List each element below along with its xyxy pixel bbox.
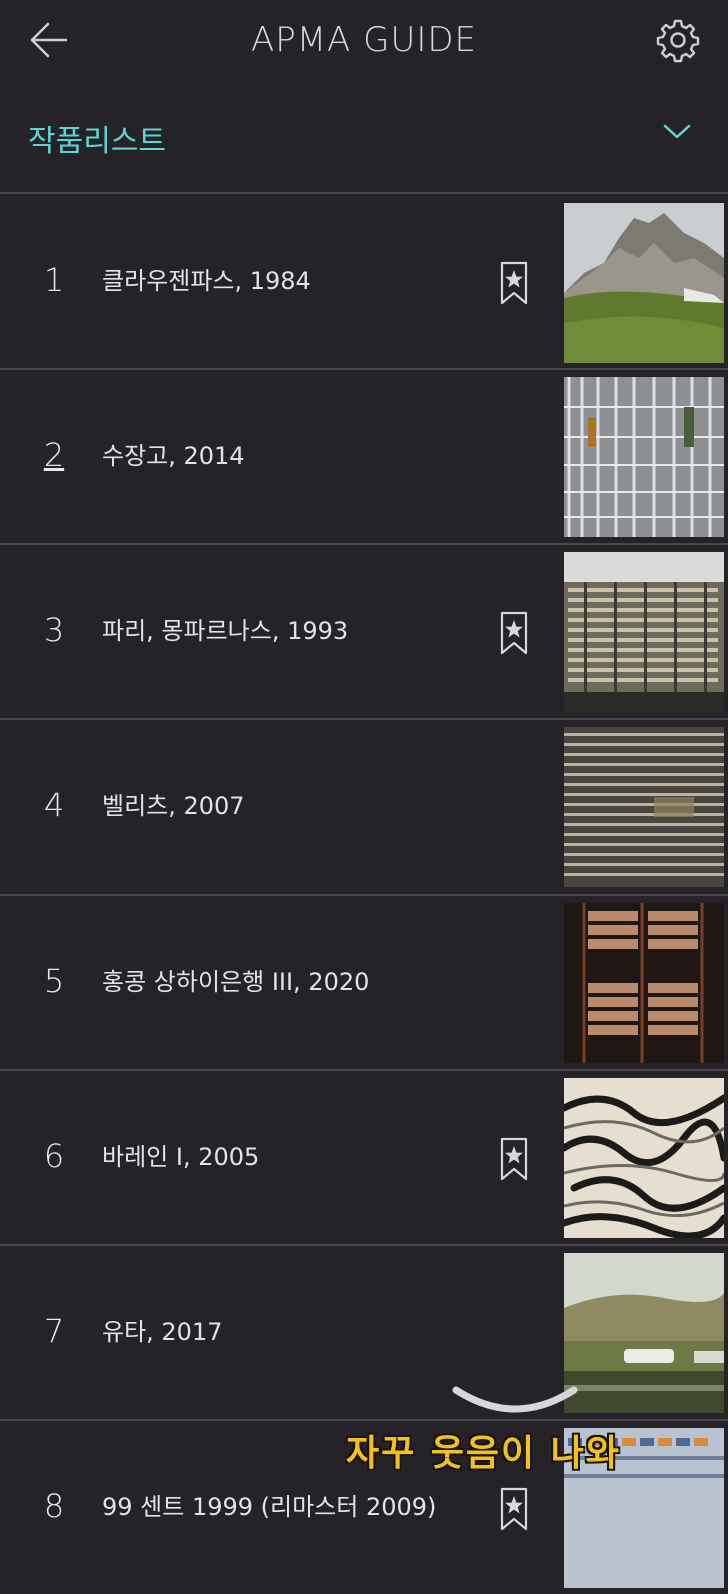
artwork-title: 바레인 I, 2005 xyxy=(102,1143,260,1171)
artwork-number: 8 xyxy=(43,1487,65,1525)
artwork-row-5[interactable]: 5 홍콩 상하이은행 III, 2020 xyxy=(0,896,728,1069)
artwork-thumbnail xyxy=(564,1078,724,1238)
artwork-number: 5 xyxy=(43,962,65,1000)
artwork-row-2[interactable]: 2 수장고, 2014 xyxy=(0,370,728,543)
artwork-title: 파리, 몽파르나스, 1993 xyxy=(102,617,349,645)
artwork-number: 3 xyxy=(43,611,65,649)
artwork-title: 벨리츠, 2007 xyxy=(102,792,245,820)
artwork-thumbnail xyxy=(564,1253,724,1413)
artwork-thumbnail xyxy=(564,377,724,537)
filter-label: 작품리스트 xyxy=(28,124,166,159)
bookmark-icon[interactable] xyxy=(498,261,530,305)
app-title: APMA GUIDE xyxy=(250,20,478,60)
artwork-number: 7 xyxy=(43,1312,65,1350)
artwork-title: 99 센트 1999 (리마스터 2009) xyxy=(102,1493,437,1521)
artwork-row-1[interactable]: 1 클라우젠파스, 1984 xyxy=(0,195,728,368)
bookmark-icon[interactable] xyxy=(498,1137,530,1181)
artwork-title: 홍콩 상하이은행 III, 2020 xyxy=(102,968,370,996)
artwork-row-8[interactable]: 8 99 센트 1999 (리마스터 2009) xyxy=(0,1421,728,1594)
artwork-title: 클라우젠파스, 1984 xyxy=(102,267,311,295)
artwork-row-6[interactable]: 6 바레인 I, 2005 xyxy=(0,1071,728,1244)
divider xyxy=(0,192,728,194)
artwork-thumbnail xyxy=(564,552,724,712)
bookmark-icon[interactable] xyxy=(498,1487,530,1531)
gear-icon xyxy=(656,19,700,63)
artwork-thumbnail xyxy=(564,727,724,887)
artwork-number: 4 xyxy=(43,786,65,824)
artwork-thumbnail xyxy=(564,903,724,1063)
list-filter-dropdown[interactable]: 작품리스트 xyxy=(0,100,728,180)
artwork-number: 2 xyxy=(43,436,65,474)
settings-button[interactable] xyxy=(654,16,702,64)
top-bar: APMA GUIDE xyxy=(0,0,728,82)
artwork-thumbnail xyxy=(564,203,724,363)
artwork-row-7[interactable]: 7 유타, 2017 xyxy=(0,1246,728,1419)
artwork-number: 6 xyxy=(43,1137,65,1175)
artwork-row-3[interactable]: 3 파리, 몽파르나스, 1993 xyxy=(0,545,728,718)
bookmark-icon[interactable] xyxy=(498,611,530,655)
artwork-title: 유타, 2017 xyxy=(102,1318,223,1346)
artwork-number: 1 xyxy=(43,261,65,299)
chevron-down-icon[interactable] xyxy=(662,122,692,142)
artwork-row-4[interactable]: 4 벨리츠, 2007 xyxy=(0,720,728,893)
artwork-thumbnail xyxy=(564,1428,724,1588)
artwork-title: 수장고, 2014 xyxy=(102,442,245,470)
